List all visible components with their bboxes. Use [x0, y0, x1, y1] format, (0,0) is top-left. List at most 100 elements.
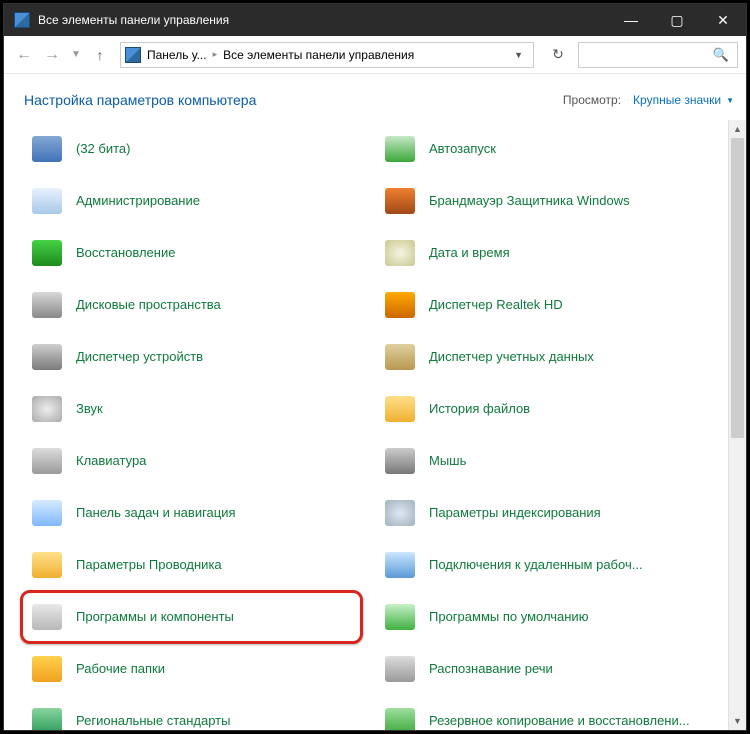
item-label: Параметры индексирования — [429, 505, 601, 521]
control-panel-item-backup[interactable]: Резервное копирование и восстановлени... — [377, 696, 720, 730]
realtek-icon — [383, 288, 417, 322]
up-button[interactable]: ↑ — [88, 43, 112, 67]
control-panel-item-speech[interactable]: Распознавание речи — [377, 644, 720, 694]
view-dropdown[interactable]: Крупные значки ▼ — [633, 93, 734, 107]
control-panel-item-workfolders[interactable]: Рабочие папки — [24, 644, 367, 694]
credmgr-icon — [383, 340, 417, 374]
control-panel-item-flash[interactable]: (32 бита) — [24, 124, 367, 174]
scroll-down-icon[interactable]: ▼ — [729, 712, 746, 730]
item-label: Программы по умолчанию — [429, 609, 588, 625]
control-panel-item-indexing[interactable]: Параметры индексирования — [377, 488, 720, 538]
item-label: Дата и время — [429, 245, 510, 261]
remote-icon — [383, 548, 417, 582]
minimize-button[interactable]: — — [608, 4, 654, 36]
scrollbar-thumb[interactable] — [731, 138, 744, 438]
close-button[interactable]: ✕ — [700, 4, 746, 36]
chevron-right-icon: ▸ — [213, 49, 218, 60]
control-panel-icon — [125, 47, 141, 63]
control-panel-item-storage[interactable]: Дисковые пространства — [24, 280, 367, 330]
item-label: Распознавание речи — [429, 661, 553, 677]
item-label: Автозапуск — [429, 141, 496, 157]
view-label: Просмотр: — [563, 93, 621, 107]
chevron-down-icon: ▼ — [726, 96, 734, 105]
indexing-icon — [383, 496, 417, 530]
control-panel-item-sound[interactable]: Звук — [24, 384, 367, 434]
firewall-icon — [383, 184, 417, 218]
breadcrumb-part[interactable]: Все элементы панели управления — [223, 48, 414, 62]
control-panel-item-recovery[interactable]: Восстановление — [24, 228, 367, 278]
workfolders-icon — [30, 652, 64, 686]
storage-icon — [30, 288, 64, 322]
control-panel-item-filehistory[interactable]: История файлов — [377, 384, 720, 434]
item-label: Мышь — [429, 453, 466, 469]
control-panel-item-programs[interactable]: Программы и компоненты — [24, 592, 367, 642]
control-panel-item-devmgr[interactable]: Диспетчер устройств — [24, 332, 367, 382]
explorer-icon — [30, 548, 64, 582]
item-label: Диспетчер учетных данных — [429, 349, 594, 365]
control-panel-icon — [14, 12, 30, 28]
backup-icon — [383, 704, 417, 730]
autoplay-icon — [383, 132, 417, 166]
item-label: История файлов — [429, 401, 530, 417]
speech-icon — [383, 652, 417, 686]
control-panel-item-admin[interactable]: Администрирование — [24, 176, 367, 226]
item-label: Клавиатура — [76, 453, 146, 469]
item-label: Региональные стандарты — [76, 713, 230, 729]
breadcrumb-part[interactable]: Панель у... — [147, 48, 207, 62]
item-label: Диспетчер устройств — [76, 349, 203, 365]
history-dropdown[interactable]: ▼ — [68, 43, 84, 67]
flash-icon — [30, 132, 64, 166]
item-label: Параметры Проводника — [76, 557, 222, 573]
control-panel-item-firewall[interactable]: Брандмауэр Защитника Windows — [377, 176, 720, 226]
item-label: Восстановление — [76, 245, 175, 261]
control-panel-item-explorer[interactable]: Параметры Проводника — [24, 540, 367, 590]
header-row: Настройка параметров компьютера Просмотр… — [4, 74, 746, 120]
filehistory-icon — [383, 392, 417, 426]
page-title: Настройка параметров компьютера — [24, 92, 563, 108]
window-title: Все элементы панели управления — [38, 13, 608, 27]
content-area: (32 бита) Автозапуск Администрирование Бран… — [4, 120, 746, 730]
defaults-icon — [383, 600, 417, 634]
item-label: Подключения к удаленным рабоч... — [429, 557, 643, 573]
control-panel-item-realtek[interactable]: Диспетчер Realtek HD — [377, 280, 720, 330]
control-panel-item-datetime[interactable]: Дата и время — [377, 228, 720, 278]
vertical-scrollbar[interactable]: ▲ ▼ — [728, 120, 746, 730]
item-label: Панель задач и навигация — [76, 505, 236, 521]
item-label: Звук — [76, 401, 103, 417]
control-panel-item-regional[interactable]: Региональные стандарты — [24, 696, 367, 730]
control-panel-item-defaults[interactable]: Программы по умолчанию — [377, 592, 720, 642]
item-label: (32 бита) — [76, 141, 130, 157]
search-input[interactable]: 🔍 — [578, 42, 738, 68]
programs-icon — [30, 600, 64, 634]
sound-icon — [30, 392, 64, 426]
control-panel-item-credmgr[interactable]: Диспетчер учетных данных — [377, 332, 720, 382]
control-panel-item-autoplay[interactable]: Автозапуск — [377, 124, 720, 174]
maximize-button[interactable]: ▢ — [654, 4, 700, 36]
control-panel-item-remote[interactable]: Подключения к удаленным рабоч... — [377, 540, 720, 590]
item-label: Программы и компоненты — [76, 609, 234, 625]
admin-icon — [30, 184, 64, 218]
titlebar: Все элементы панели управления — ▢ ✕ — [4, 4, 746, 36]
item-label: Дисковые пространства — [76, 297, 221, 313]
mouse-icon — [383, 444, 417, 478]
chevron-down-icon[interactable]: ▼ — [508, 50, 529, 60]
control-panel-item-taskbar[interactable]: Панель задач и навигация — [24, 488, 367, 538]
back-button[interactable]: ← — [12, 43, 36, 67]
forward-button[interactable]: → — [40, 43, 64, 67]
window: Все элементы панели управления — ▢ ✕ ← →… — [4, 4, 746, 730]
item-label: Администрирование — [76, 193, 200, 209]
search-icon: 🔍 — [713, 47, 729, 63]
item-label: Рабочие папки — [76, 661, 165, 677]
scroll-up-icon[interactable]: ▲ — [729, 120, 746, 138]
items-grid: (32 бита) Автозапуск Администрирование Бран… — [4, 120, 728, 730]
datetime-icon — [383, 236, 417, 270]
refresh-button[interactable]: ↻ — [542, 42, 574, 68]
devmgr-icon — [30, 340, 64, 374]
item-label: Резервное копирование и восстановлени... — [429, 713, 690, 729]
control-panel-item-keyboard[interactable]: Клавиатура — [24, 436, 367, 486]
breadcrumb[interactable]: Панель у... ▸ Все элементы панели управл… — [120, 42, 534, 68]
control-panel-item-mouse[interactable]: Мышь — [377, 436, 720, 486]
address-bar: ← → ▼ ↑ Панель у... ▸ Все элементы панел… — [4, 36, 746, 74]
regional-icon — [30, 704, 64, 730]
item-label: Брандмауэр Защитника Windows — [429, 193, 630, 209]
